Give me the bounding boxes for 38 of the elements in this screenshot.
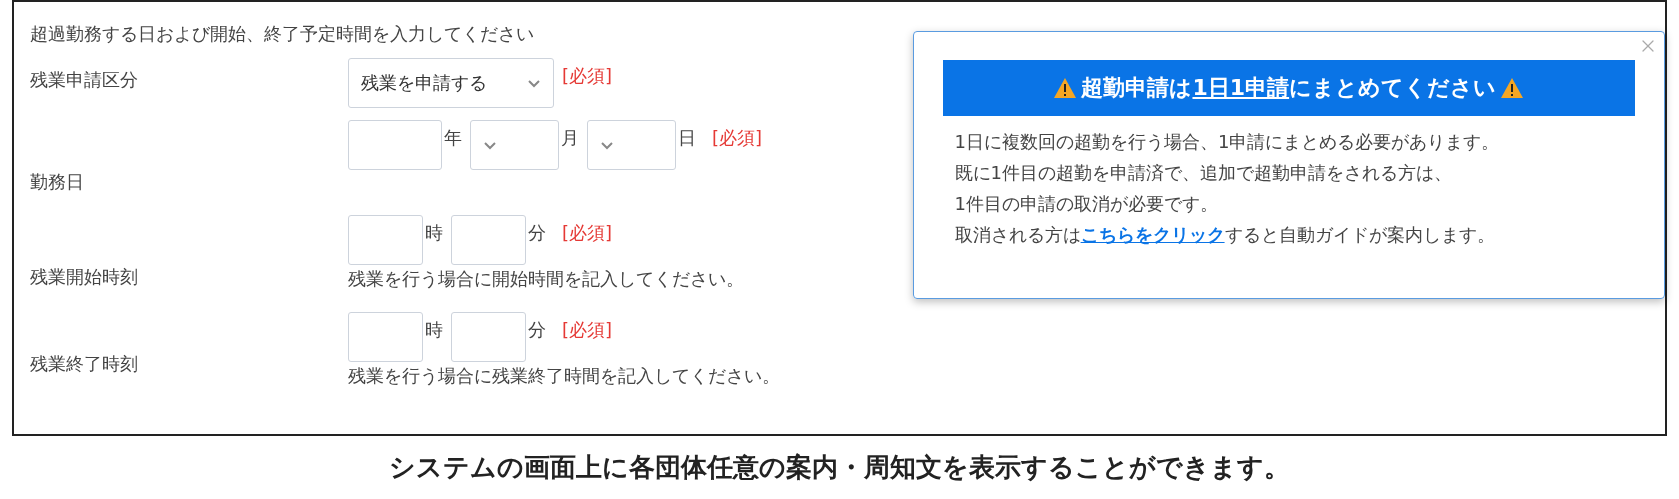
field-label: 残業申請区分 (30, 68, 139, 92)
notice-text: 既に1件目の超勤を申請済で、追加で超勤申請をされる方は、 (954, 161, 1454, 185)
hint-text: 残業を行う場合に開始時間を記入してください。 (348, 267, 744, 291)
field-label: 残業終了時刻 (30, 352, 139, 376)
notice-heading: 超勤申請は 1日1申請にまとめてください (1081, 74, 1497, 102)
warning-icon (1500, 77, 1525, 99)
click-here-link[interactable]: こちらをクリック (1080, 224, 1225, 245)
notice-text: 1日に複数回の超勤を行う場合、1申請にまとめる必要があります。 (954, 130, 1501, 154)
unit-label: 月 (561, 126, 579, 150)
select-field[interactable] (587, 120, 676, 170)
unit-label: 分 (528, 221, 546, 245)
chevron-down-icon (483, 140, 497, 150)
chevron-down-icon (600, 140, 614, 150)
required-label: [必須] (562, 318, 613, 342)
unit-label: 時 (425, 318, 443, 342)
field-label: 勤務日 (30, 170, 85, 194)
input-field[interactable] (348, 120, 442, 170)
notice-text: 取消される方はこちらをクリックすると自動ガイドが案内します。 (954, 223, 1496, 247)
caption-text: システムの画面上に各団体任意の案内・周知文を表示することができます。 (389, 451, 1290, 484)
select-field[interactable] (470, 120, 559, 170)
input-field[interactable] (451, 215, 526, 265)
required-label: [必須] (562, 221, 613, 245)
unit-label: 年 (444, 126, 462, 150)
required-label: [必須] (712, 126, 763, 150)
input-field[interactable] (348, 312, 423, 362)
chevron-down-icon (527, 78, 541, 88)
select-field[interactable]: 残業を申請する (348, 58, 554, 108)
input-field[interactable] (451, 312, 526, 362)
unit-label: 分 (528, 318, 546, 342)
unit-label: 時 (425, 221, 443, 245)
warning-icon (1053, 77, 1078, 99)
field-label: 残業開始時刻 (30, 265, 139, 289)
unit-label: 日 (678, 126, 696, 150)
notice-text: 1件目の申請の取消が必要です。 (954, 192, 1220, 216)
instruction-text: 超過勤務する日および開始、終了予定時間を入力してください (30, 22, 535, 46)
required-label: [必須] (562, 64, 613, 88)
hint-text: 残業を行う場合に残業終了時間を記入してください。 (348, 364, 780, 388)
input-field[interactable] (348, 215, 423, 265)
